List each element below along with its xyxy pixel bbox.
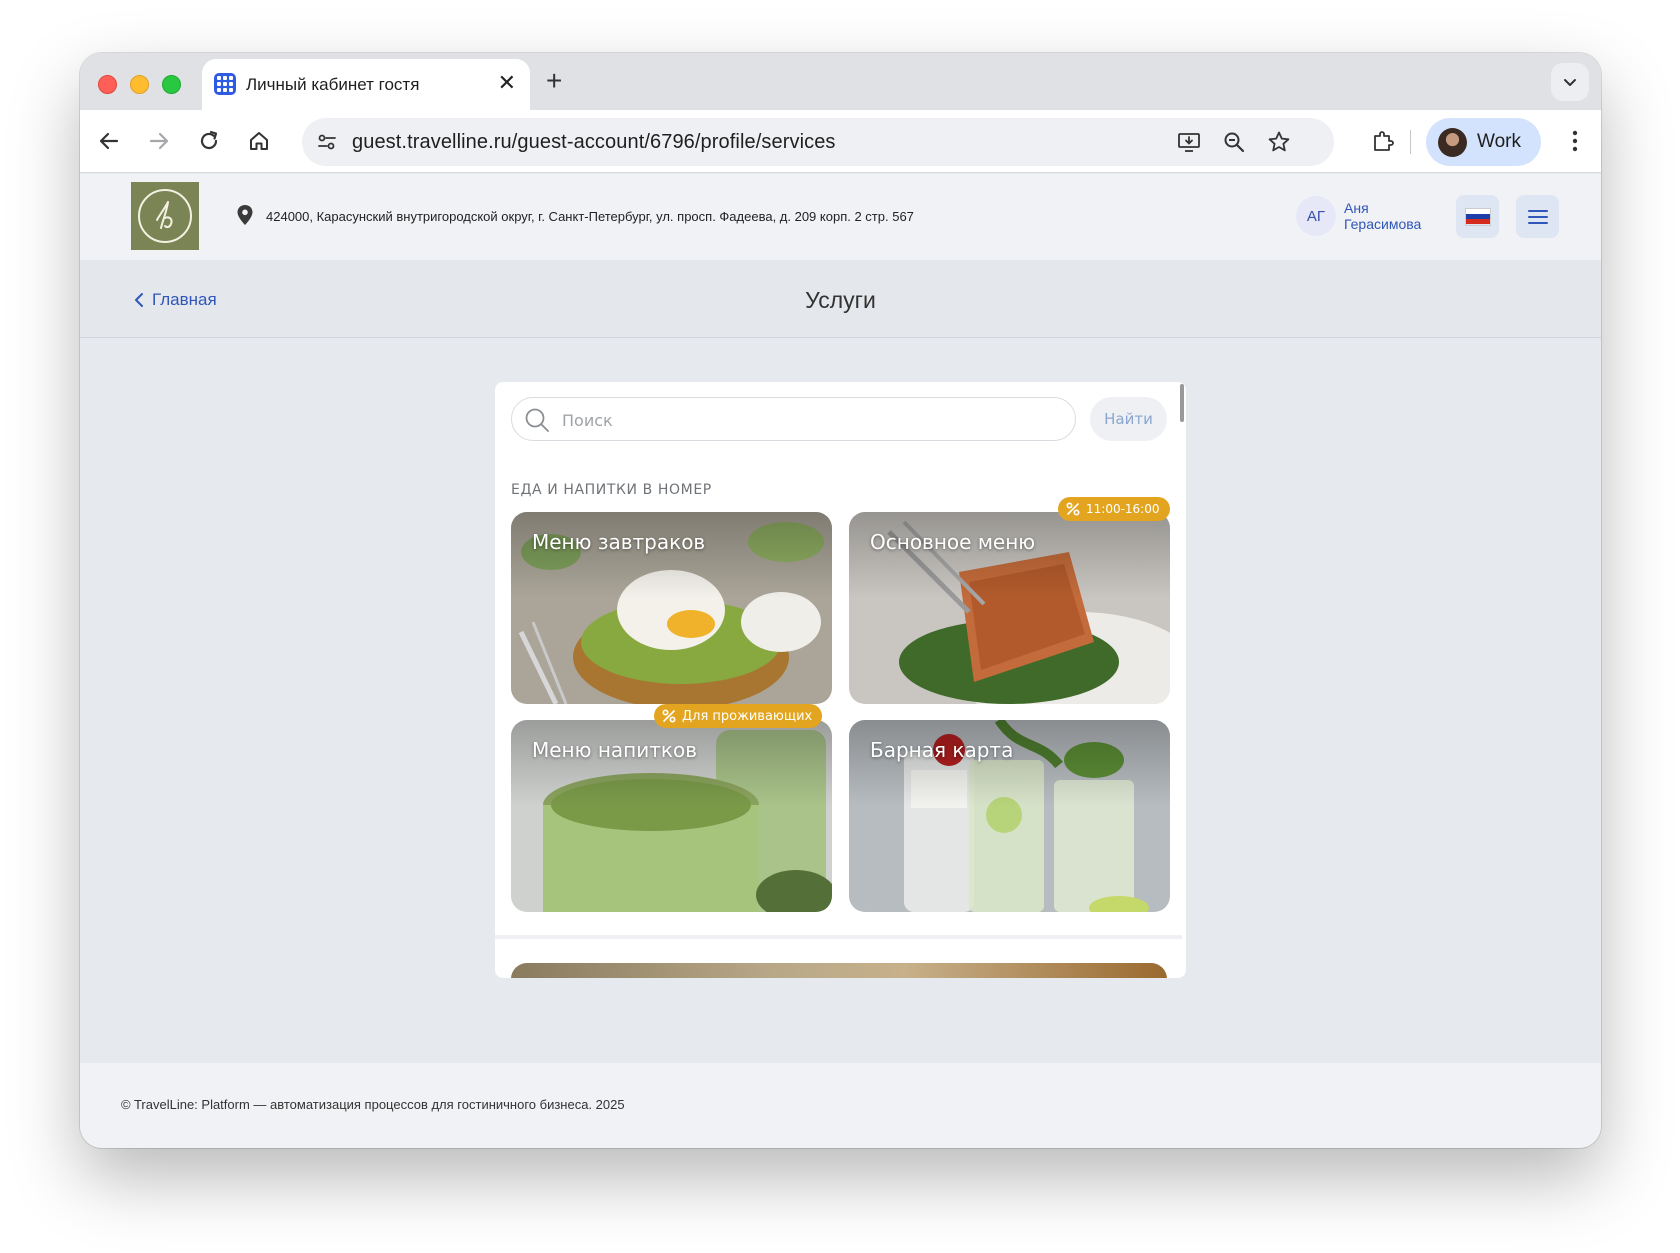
card-title: Барная карта (870, 738, 1014, 762)
reload-icon[interactable] (196, 128, 222, 154)
time-badge-label: 11:00-16:00 (1086, 502, 1160, 516)
section-label: ЕДА И НАПИТКИ В НОМЕР (511, 482, 712, 498)
section-divider (495, 935, 1182, 939)
bookmark-star-icon[interactable] (1267, 130, 1291, 159)
search-box (511, 397, 1076, 441)
tab-strip: Личный кабинет гостя ✕ + (80, 53, 1601, 110)
new-tab-button[interactable]: + (546, 67, 562, 95)
profile-button[interactable]: Work (1426, 118, 1541, 166)
install-app-icon[interactable] (1177, 130, 1201, 159)
page-title-bar: Главная Услуги (80, 260, 1601, 338)
footer-copyright: © TravelLine: Platform — автоматизация п… (121, 1097, 625, 1112)
location-pin-icon (236, 204, 254, 231)
back-arrow-icon[interactable] (96, 128, 122, 154)
page-title: Услуги (805, 287, 876, 313)
minimize-window-button[interactable] (130, 75, 149, 94)
chevron-down-icon (1564, 79, 1576, 86)
user-name-link[interactable]: Аня Герасимова (1344, 200, 1444, 232)
main-content: Найти ЕДА И НАПИТКИ В НОМЕР (80, 339, 1601, 1117)
browser-window: Личный кабинет гостя ✕ + guest.travellin… (80, 53, 1601, 1148)
residents-badge-label: Для проживающих (682, 708, 813, 724)
maximize-window-button[interactable] (162, 75, 181, 94)
browser-toolbar: guest.travelline.ru/guest-account/6796/p… (80, 110, 1601, 173)
hotel-address: 424000, Карасунский внутригородской окру… (266, 209, 914, 224)
hotel-logo-icon (138, 189, 192, 243)
user-avatar[interactable]: АГ (1296, 196, 1336, 236)
find-button[interactable]: Найти (1090, 397, 1167, 441)
forward-arrow-icon[interactable] (146, 128, 172, 154)
card-title: Основное меню (870, 530, 1036, 554)
hotel-logo[interactable] (131, 182, 199, 250)
tab-close-icon[interactable]: ✕ (498, 71, 516, 95)
tab-title: Личный кабинет гостя (246, 75, 420, 94)
search-icon (525, 408, 549, 432)
toolbar-separator (1410, 130, 1411, 154)
site-footer: © TravelLine: Platform — автоматизация п… (80, 1063, 1601, 1148)
site-settings-icon[interactable] (316, 131, 338, 158)
services-panel: Найти ЕДА И НАПИТКИ В НОМЕР (495, 382, 1186, 978)
language-button[interactable] (1456, 195, 1499, 238)
address-bar[interactable]: guest.travelline.ru/guest-account/6796/p… (302, 118, 1334, 166)
residents-badge: Для проживающих (654, 704, 823, 728)
profile-label: Work (1477, 131, 1521, 152)
travelline-favicon-icon (214, 73, 236, 95)
extensions-puzzle-icon[interactable] (1370, 128, 1396, 154)
percent-icon (1066, 502, 1080, 516)
home-icon[interactable] (246, 128, 272, 154)
service-card-breakfast[interactable]: Меню завтраков (511, 512, 832, 704)
service-card-bar[interactable]: Барная карта (849, 720, 1170, 912)
service-card-main-menu[interactable]: Основное меню (849, 512, 1170, 704)
russian-flag-icon (1464, 207, 1491, 226)
zoom-icon[interactable] (1222, 130, 1246, 159)
percent-icon (662, 709, 676, 723)
tab-search-button[interactable] (1551, 63, 1589, 101)
site-header: 424000, Карасунский внутригородской окру… (80, 174, 1601, 260)
hamburger-menu-icon (1527, 209, 1548, 224)
browser-tab-active[interactable]: Личный кабинет гостя ✕ (202, 59, 530, 110)
next-section-card[interactable] (511, 963, 1167, 978)
panel-scrollbar[interactable] (1180, 384, 1184, 422)
service-card-drinks[interactable]: Меню напитков (511, 720, 832, 912)
more-menu-icon[interactable] (1562, 128, 1588, 154)
hamburger-menu-button[interactable] (1516, 195, 1559, 238)
card-title: Меню напитков (532, 738, 697, 762)
card-title: Меню завтраков (532, 530, 706, 554)
search-input[interactable] (562, 408, 1042, 432)
close-window-button[interactable] (98, 75, 117, 94)
time-badge: 11:00-16:00 (1058, 497, 1170, 521)
profile-avatar (1438, 128, 1467, 157)
url-text[interactable]: guest.travelline.ru/guest-account/6796/p… (352, 131, 836, 154)
